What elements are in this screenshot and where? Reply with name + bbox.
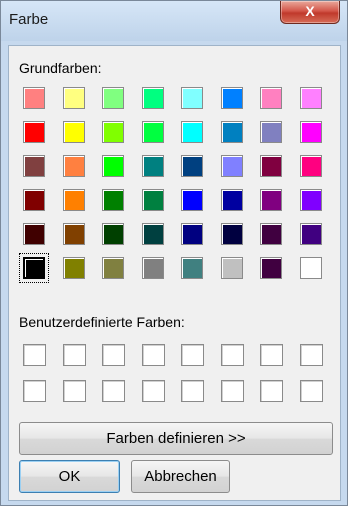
basic-color-swatch[interactable] <box>260 257 282 279</box>
basic-color-swatch[interactable] <box>102 87 124 109</box>
basic-color-swatch[interactable] <box>181 257 203 279</box>
define-custom-colors-button[interactable]: Farben definieren >> <box>19 422 333 455</box>
basic-color-swatch[interactable] <box>102 189 124 211</box>
basic-color-swatch[interactable] <box>221 121 243 143</box>
basic-color-swatch[interactable] <box>102 121 124 143</box>
basic-color-swatch[interactable] <box>221 155 243 177</box>
basic-color-swatch[interactable] <box>63 121 85 143</box>
ok-button[interactable]: OK <box>19 460 120 493</box>
custom-color-swatch[interactable] <box>300 380 323 402</box>
custom-color-swatch[interactable] <box>63 380 86 402</box>
basic-color-swatch[interactable] <box>63 155 85 177</box>
basic-color-swatch[interactable] <box>102 257 124 279</box>
custom-color-swatch[interactable] <box>23 380 46 402</box>
basic-color-swatch[interactable] <box>63 223 85 245</box>
custom-color-swatch[interactable] <box>221 380 244 402</box>
basic-color-swatch[interactable] <box>181 155 203 177</box>
window-title: Farbe <box>9 11 49 28</box>
basic-color-swatch[interactable] <box>102 223 124 245</box>
basic-color-swatch[interactable] <box>181 121 203 143</box>
basic-color-swatch[interactable] <box>300 155 322 177</box>
cancel-button[interactable]: Abbrechen <box>131 460 230 493</box>
dialog-client-area: Grundfarben: Benutzerdefinierte Farben: … <box>8 45 341 501</box>
custom-color-swatch[interactable] <box>260 344 283 366</box>
basic-color-swatch[interactable] <box>23 121 45 143</box>
basic-color-swatch[interactable] <box>63 189 85 211</box>
basic-color-swatch[interactable] <box>300 257 322 279</box>
custom-colors-label: Benutzerdefinierte Farben: <box>19 314 185 330</box>
custom-color-swatch[interactable] <box>63 344 86 366</box>
custom-color-swatch[interactable] <box>142 380 165 402</box>
close-icon: X <box>305 3 315 19</box>
basic-color-swatch[interactable] <box>23 223 45 245</box>
custom-color-swatch[interactable] <box>300 344 323 366</box>
custom-color-swatch[interactable] <box>102 380 125 402</box>
basic-color-swatch[interactable] <box>260 223 282 245</box>
basic-color-swatch[interactable] <box>142 155 164 177</box>
basic-color-swatch[interactable] <box>19 253 49 283</box>
custom-color-swatch[interactable] <box>23 344 46 366</box>
custom-color-swatch[interactable] <box>221 344 244 366</box>
basic-color-swatch[interactable] <box>23 189 45 211</box>
custom-color-swatch[interactable] <box>181 344 204 366</box>
basic-color-swatch[interactable] <box>63 87 85 109</box>
basic-color-swatch[interactable] <box>260 155 282 177</box>
basic-color-swatch[interactable] <box>300 87 322 109</box>
basic-color-swatch[interactable] <box>142 223 164 245</box>
custom-color-swatch[interactable] <box>181 380 204 402</box>
basic-color-swatch[interactable] <box>63 257 85 279</box>
basic-color-swatch[interactable] <box>102 155 124 177</box>
basic-color-swatch[interactable] <box>300 189 322 211</box>
basic-color-swatch[interactable] <box>300 223 322 245</box>
basic-color-swatch[interactable] <box>221 189 243 211</box>
basic-colors-label: Grundfarben: <box>19 60 102 76</box>
basic-color-swatch[interactable] <box>23 87 45 109</box>
basic-color-swatch[interactable] <box>221 87 243 109</box>
basic-color-swatch[interactable] <box>260 189 282 211</box>
basic-color-swatch[interactable] <box>221 257 243 279</box>
basic-color-swatch[interactable] <box>181 223 203 245</box>
basic-color-swatch[interactable] <box>142 189 164 211</box>
basic-color-swatch[interactable] <box>260 121 282 143</box>
basic-color-swatch[interactable] <box>142 257 164 279</box>
basic-color-swatch[interactable] <box>142 87 164 109</box>
close-button[interactable]: X <box>280 1 340 24</box>
basic-color-swatch[interactable] <box>181 87 203 109</box>
basic-color-swatch[interactable] <box>221 223 243 245</box>
basic-color-swatch[interactable] <box>260 87 282 109</box>
basic-color-swatch[interactable] <box>142 121 164 143</box>
custom-color-swatch[interactable] <box>260 380 283 402</box>
custom-color-swatch[interactable] <box>142 344 165 366</box>
title-bar[interactable]: Farbe X <box>1 1 347 41</box>
basic-color-swatch[interactable] <box>23 155 45 177</box>
custom-color-swatch[interactable] <box>102 344 125 366</box>
basic-color-swatch[interactable] <box>300 121 322 143</box>
color-dialog-window: Farbe X Grundfarben: Benutzerdefinierte … <box>0 0 348 506</box>
basic-color-swatch[interactable] <box>181 189 203 211</box>
